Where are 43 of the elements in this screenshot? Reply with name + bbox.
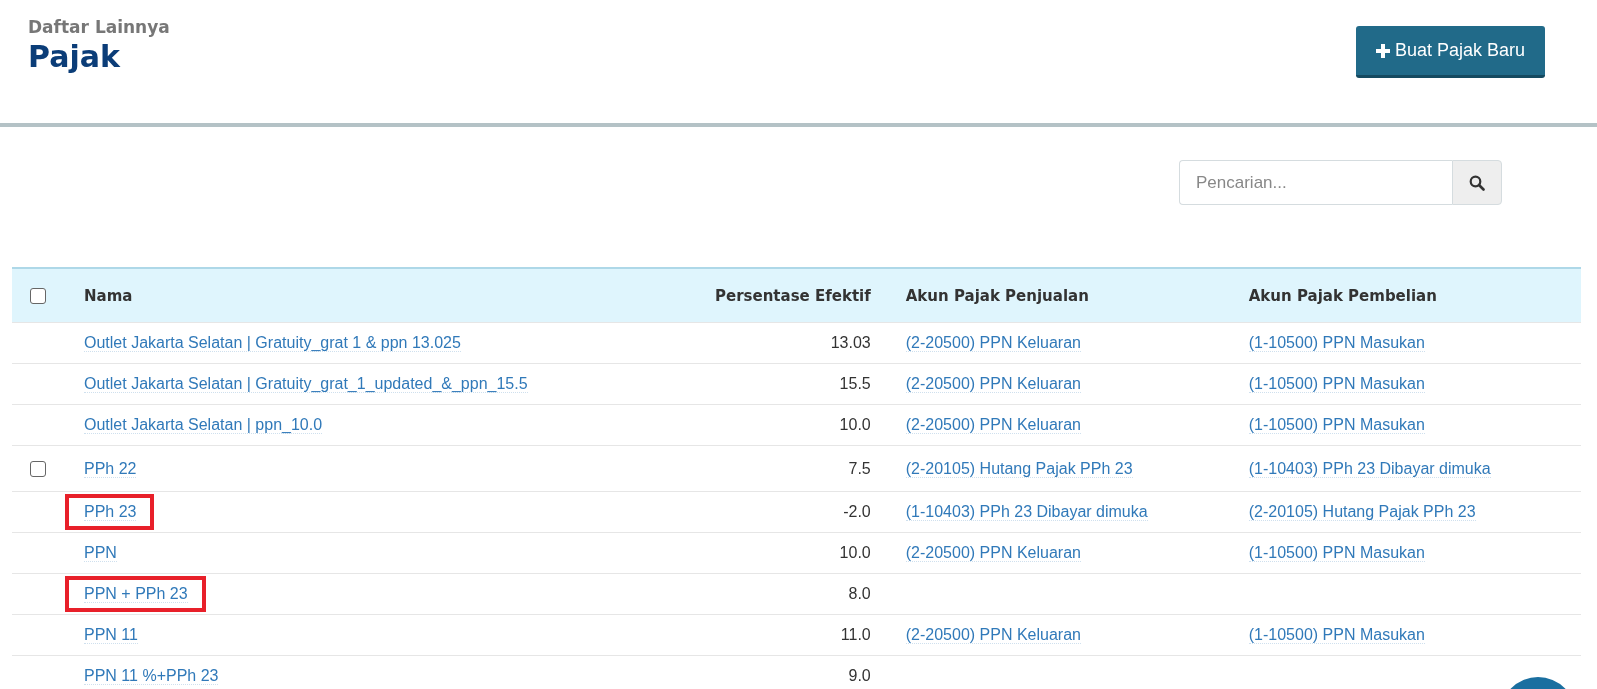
page-subtitle: Daftar Lainnya [28, 17, 170, 37]
select-all-checkbox[interactable] [30, 288, 46, 304]
tax-name-link[interactable]: PPN [84, 544, 117, 562]
tax-name-link[interactable]: PPN 11 [84, 626, 138, 644]
rate-cell: 10.0 [839, 544, 871, 561]
sales-account-link[interactable]: (2-20500) PPN Keluaran [905, 544, 1081, 562]
create-tax-button[interactable]: Buat Pajak Baru [1355, 26, 1545, 78]
search-icon [1469, 174, 1485, 191]
sales-account-link[interactable]: (2-20500) PPN Keluaran [905, 375, 1081, 393]
column-header: Akun Pajak Pembelian [1248, 286, 1437, 305]
tax-name-link[interactable]: Outlet Jakarta Selatan | ppn_10.0 [84, 416, 323, 434]
rate-cell: 15.5 [839, 375, 871, 392]
purchase-account-link[interactable]: (1-10500) PPN Masukan [1248, 334, 1425, 352]
rate-cell: 11.0 [840, 626, 871, 643]
rate-cell: 9.0 [848, 667, 871, 684]
search-button[interactable] [1452, 160, 1502, 205]
rate-cell: 7.5 [848, 459, 871, 477]
tax-name-link[interactable]: PPN 11 %+PPh 23 [84, 667, 219, 685]
rate-cell: -2.0 [843, 503, 871, 520]
column-header: Nama [84, 286, 133, 305]
rate-cell: 8.0 [848, 585, 871, 602]
sales-account-link[interactable]: (2-20500) PPN Keluaran [905, 416, 1081, 434]
purchase-account-link[interactable]: (2-20105) Hutang Pajak PPh 23 [1248, 503, 1476, 521]
plus-icon [1375, 43, 1390, 58]
sales-account-link[interactable]: (1-10403) PPh 23 Dibayar dimuka [905, 503, 1148, 521]
purchase-account-link[interactable]: (1-10403) PPh 23 Dibayar dimuka [1248, 459, 1491, 478]
column-header: Persentase Efektif [715, 286, 871, 305]
row-checkbox[interactable] [30, 461, 46, 478]
tax-name-link[interactable]: PPh 22 [84, 459, 137, 478]
sales-account-link[interactable]: (2-20105) Hutang Pajak PPh 23 [905, 459, 1133, 478]
tax-name-link[interactable]: Outlet Jakarta Selatan | Gratuity_grat 1 & ppn 13.025 [84, 334, 461, 352]
sales-account-link[interactable]: (2-20500) PPN Keluaran [905, 626, 1081, 644]
sales-account-link[interactable]: (2-20500) PPN Keluaran [905, 334, 1081, 352]
purchase-account-link[interactable]: (1-10500) PPN Masukan [1248, 375, 1425, 393]
tax-name-link[interactable]: Outlet Jakarta Selatan | Gratuity_grat_1_updated_&_ppn_15.5 [84, 375, 528, 393]
purchase-account-link[interactable]: (1-10500) PPN Masukan [1248, 626, 1425, 644]
page-title: Pajak [28, 39, 121, 74]
purchase-account-link[interactable]: (1-10500) PPN Masukan [1248, 544, 1425, 562]
column-header: Akun Pajak Penjualan [905, 286, 1089, 305]
rate-cell: 13.03 [830, 334, 871, 351]
search-field[interactable]: Pencarian... [1179, 160, 1452, 205]
purchase-account-link[interactable]: (1-10500) PPN Masukan [1248, 416, 1425, 434]
rate-cell: 10.0 [839, 416, 871, 433]
